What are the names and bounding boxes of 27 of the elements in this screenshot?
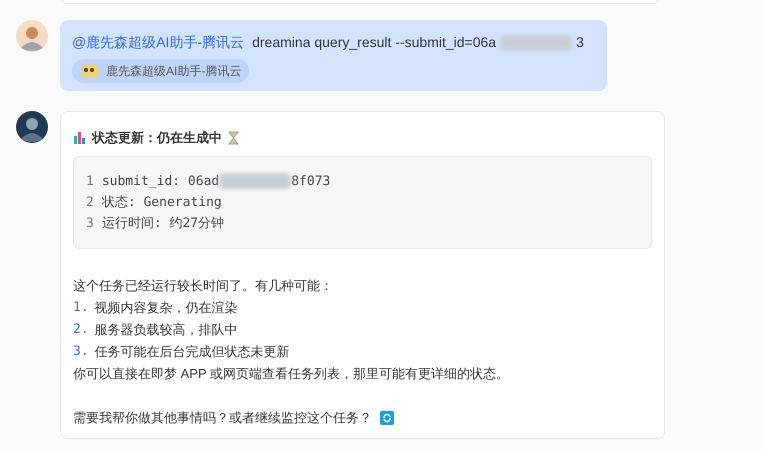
command-text: 3: [576, 33, 584, 52]
list-item: 任务可能在后台完成但状态未更新: [94, 342, 290, 360]
status-title: 状态更新：仍在生成中: [92, 129, 222, 147]
bar-chart-icon: [73, 131, 86, 144]
robot-icon: [80, 64, 98, 78]
refresh-icon: [380, 410, 394, 424]
body-text: 这个任务已经运行较长时间了。有几种可能：: [73, 276, 334, 294]
list-item: 服务器负载较高，排队中: [94, 320, 238, 338]
line-number: 1: [86, 172, 94, 190]
avatar: [16, 111, 48, 143]
list-number: 3.: [73, 342, 89, 360]
line-number: 3: [86, 214, 94, 232]
code-line: submit_id: 06ad: [102, 172, 220, 190]
avatar: [16, 20, 48, 52]
list-item: 视频内容复杂，仍在渲染: [94, 298, 238, 316]
code-line: 状态: Generating: [102, 194, 222, 212]
command-text: dreamina query_result --submit_id=06a: [252, 33, 496, 52]
list-number: 2.: [73, 320, 89, 338]
body-text: 需要我帮你做其他事情吗？或者继续监控这个任务？: [73, 408, 372, 426]
code-line: 运行时间: 约27分钟: [102, 214, 224, 232]
bot-chip[interactable]: 鹿先森超级AI助手-腾讯云: [72, 59, 250, 83]
line-number: 2: [86, 194, 94, 212]
hourglass-icon: [228, 130, 239, 145]
mention-link[interactable]: @鹿先森超级AI助手-腾讯云: [72, 32, 244, 53]
list-number: 1.: [73, 298, 89, 316]
body-text: 你可以直接在即梦 APP 或网页端查看任务列表，那里可能有更详细的状态。: [73, 364, 510, 382]
code-line: 8f073: [291, 172, 330, 190]
